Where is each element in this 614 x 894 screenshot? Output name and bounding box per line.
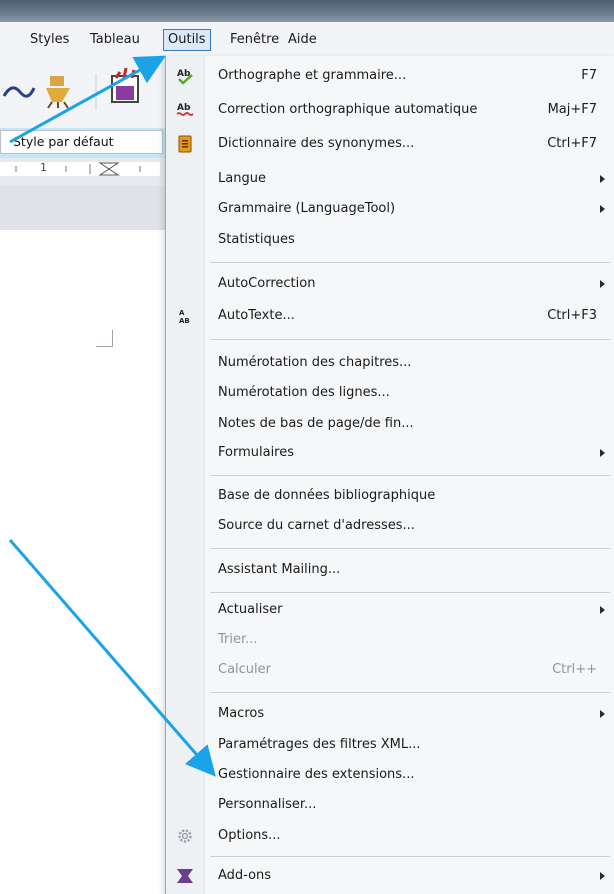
menu-item-assistant-mailing[interactable]: Assistant Mailing... (166, 556, 614, 584)
menu-item-base-bibliographique[interactable]: Base de données bibliographique (166, 482, 614, 510)
svg-text:Ab: Ab (177, 103, 191, 113)
paint-bucket-icon (111, 67, 139, 103)
spellcheck-icon: Ab (177, 69, 193, 85)
menu-item-macros[interactable]: Macros (166, 700, 614, 728)
menu-item-notes-bas-page[interactable]: Notes de bas de page/de fin... (166, 410, 614, 438)
menu-separator (210, 475, 610, 476)
svg-text:A: A (179, 309, 185, 317)
page-corner-mark (96, 330, 113, 347)
document-margin (0, 186, 165, 230)
menu-item-autotexte[interactable]: A AB AutoTexte... Ctrl+F3 (166, 302, 614, 330)
app-window: Styles Tableau Outils Fenêtre Aide Style… (0, 0, 614, 894)
menu-separator (210, 592, 610, 593)
menu-item-statistiques[interactable]: Statistiques (166, 226, 614, 254)
toolbar (0, 58, 165, 128)
menu-item-add-ons[interactable]: Add-ons (166, 862, 614, 890)
clear-formatting-icon (46, 76, 70, 109)
menu-item-personnaliser[interactable]: Personnaliser... (166, 791, 614, 819)
addons-icon (177, 869, 193, 883)
menu-item-autocorrection[interactable]: AutoCorrection (166, 270, 614, 298)
menu-item-gestionnaire-extensions[interactable]: Gestionnaire des extensions... (166, 761, 614, 789)
menu-item-calculer: Calculer Ctrl++ (218, 662, 597, 677)
submenu-arrow-icon (600, 606, 605, 614)
ruler-band: 1 (0, 161, 160, 176)
menu-item-orthographe[interactable]: Ab Orthographe et grammaire... F7 (166, 62, 614, 90)
gear-icon (178, 829, 192, 843)
menu-styles[interactable]: Styles (26, 30, 73, 50)
menu-separator (210, 692, 610, 693)
menu-item-grammaire[interactable]: Grammaire (LanguageTool) (166, 195, 614, 223)
menu-item-synonymes[interactable]: Dictionnaire des synonymes... Ctrl+F7 (166, 130, 614, 158)
thesaurus-icon (178, 135, 192, 153)
menu-separator (210, 262, 610, 263)
menu-bar: Styles Tableau Outils Fenêtre Aide (0, 22, 614, 59)
menu-item-trier: Trier... (218, 632, 258, 647)
menu-item-actualiser[interactable]: Actualiser (166, 596, 614, 624)
submenu-arrow-icon (600, 280, 605, 288)
submenu-arrow-icon (600, 449, 605, 457)
menu-separator (210, 339, 610, 340)
indent-marker-icon (98, 162, 120, 176)
wave-icon (2, 86, 36, 98)
autospell-icon: Ab (176, 103, 194, 116)
document-page[interactable] (0, 230, 165, 894)
menu-fenetre[interactable]: Fenêtre (226, 30, 283, 50)
menu-aide[interactable]: Aide (284, 30, 321, 50)
menu-item-numerotation-chapitres[interactable]: Numérotation des chapitres... (166, 349, 614, 377)
menu-item-carnet-adresses[interactable]: Source du carnet d'adresses... (166, 512, 614, 540)
submenu-arrow-icon (600, 872, 605, 880)
toolbar-icons (2, 67, 139, 110)
menu-outils[interactable]: Outils (163, 29, 211, 51)
menu-item-formulaires[interactable]: Formulaires (166, 439, 614, 467)
menu-item-langue[interactable]: Langue (166, 165, 614, 193)
ruler-mark: 1 (40, 161, 47, 174)
menu-separator (210, 856, 610, 857)
menu-item-options[interactable]: Options... (166, 822, 614, 850)
menu-separator (210, 548, 610, 549)
submenu-arrow-icon (600, 710, 605, 718)
menu-item-numerotation-lignes[interactable]: Numérotation des lignes... (166, 379, 614, 407)
menu-item-filtres-xml[interactable]: Paramétrages des filtres XML... (166, 731, 614, 759)
title-bar (0, 0, 614, 22)
menu-tableau[interactable]: Tableau (86, 30, 144, 50)
submenu-arrow-icon (600, 205, 605, 213)
paragraph-style-box[interactable]: Style par défaut (0, 130, 163, 154)
autotext-icon: A AB (179, 309, 190, 325)
svg-text:AB: AB (179, 317, 190, 325)
outils-dropdown: Ab Orthographe et grammaire... F7 Ab Cor… (165, 56, 614, 894)
submenu-arrow-icon (600, 175, 605, 183)
menu-item-correction-auto[interactable]: Ab Correction orthographique automatique… (166, 96, 614, 124)
